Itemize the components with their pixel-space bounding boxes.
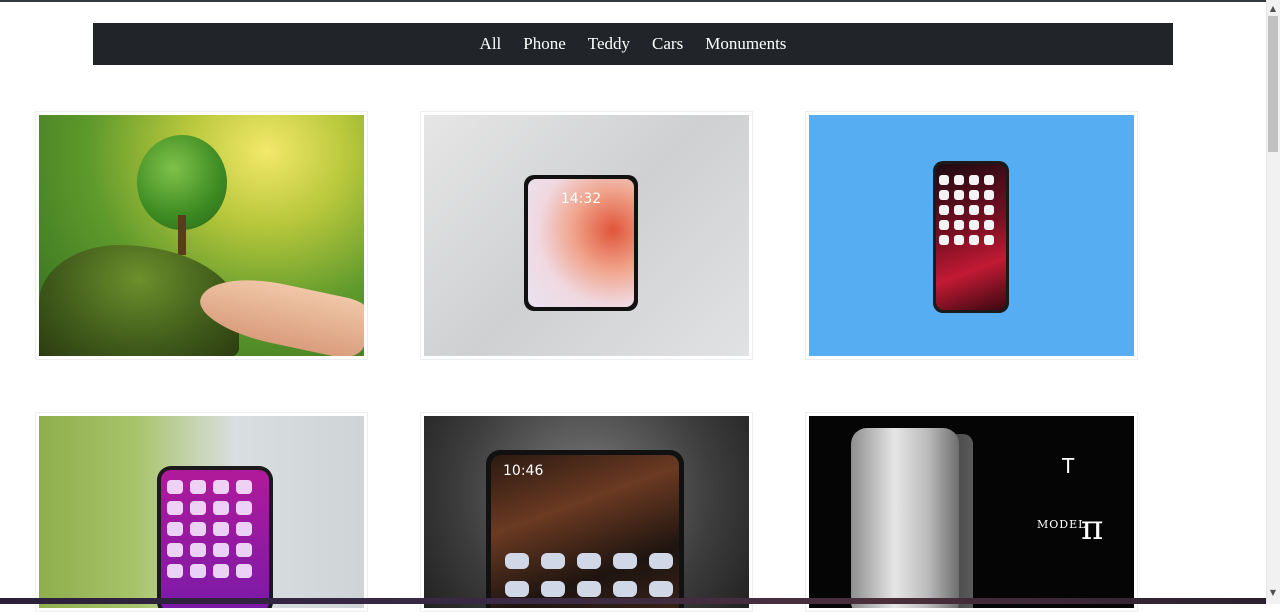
scroll-down-arrow-icon[interactable]: ▼	[1266, 586, 1280, 600]
top-border	[0, 0, 1280, 2]
nav-link-monuments[interactable]: Monuments	[694, 34, 797, 54]
phone-device	[157, 466, 273, 608]
phone-device: 14:32	[524, 175, 638, 311]
nav-link-teddy[interactable]: Teddy	[577, 34, 641, 54]
app-icon-grid	[939, 175, 999, 245]
phone-front	[851, 428, 959, 608]
scrollbar-thumb[interactable]	[1268, 16, 1278, 152]
phone-device: 10:46	[486, 450, 684, 608]
phone-homescreen: 10:46	[491, 455, 679, 608]
gallery-image-iphone-on-path	[39, 416, 364, 608]
gallery-card-phone-dark[interactable]: 10:46	[420, 412, 753, 612]
gallery-card-iphone-path[interactable]	[35, 412, 368, 612]
tesla-logo-icon: T	[1062, 454, 1075, 478]
gallery-card-phone-sheet[interactable]: 14:32	[420, 111, 753, 360]
gallery-image-phone-on-sheet: 14:32	[424, 115, 749, 356]
homescreen-time: 10:46	[503, 463, 544, 479]
bottom-edge	[0, 598, 1266, 604]
nav-link-all[interactable]: All	[469, 34, 513, 54]
phone-lockscreen: 14:32	[528, 179, 634, 307]
nav-link-cars[interactable]: Cars	[641, 34, 694, 54]
scroll-up-arrow-icon[interactable]: ▲	[1266, 2, 1280, 16]
gallery-image-tree-in-hand	[39, 115, 364, 356]
gallery-card-tree[interactable]	[35, 111, 368, 360]
gallery-image-tesla-model-pi: T MODEL π	[809, 416, 1134, 608]
phone-homescreen	[936, 164, 1006, 310]
model-text: MODEL	[1037, 518, 1087, 531]
gallery-image-iphone-on-blue	[809, 115, 1134, 356]
lockscreen-time: 14:32	[560, 191, 602, 207]
filter-navbar: All Phone Teddy Cars Monuments	[93, 23, 1173, 65]
tree-trunk	[178, 215, 186, 255]
pi-glyph: π	[1081, 508, 1104, 548]
phone-homescreen	[161, 470, 269, 608]
gallery-image-phone-dark: 10:46	[424, 416, 749, 608]
gallery-card-iphone-blue[interactable]	[805, 111, 1138, 360]
phone-device	[933, 161, 1009, 313]
nav-link-phone[interactable]: Phone	[512, 34, 577, 54]
gallery-card-tesla[interactable]: T MODEL π	[805, 412, 1138, 612]
app-icon-grid	[505, 553, 673, 597]
app-icon-grid	[167, 480, 252, 578]
